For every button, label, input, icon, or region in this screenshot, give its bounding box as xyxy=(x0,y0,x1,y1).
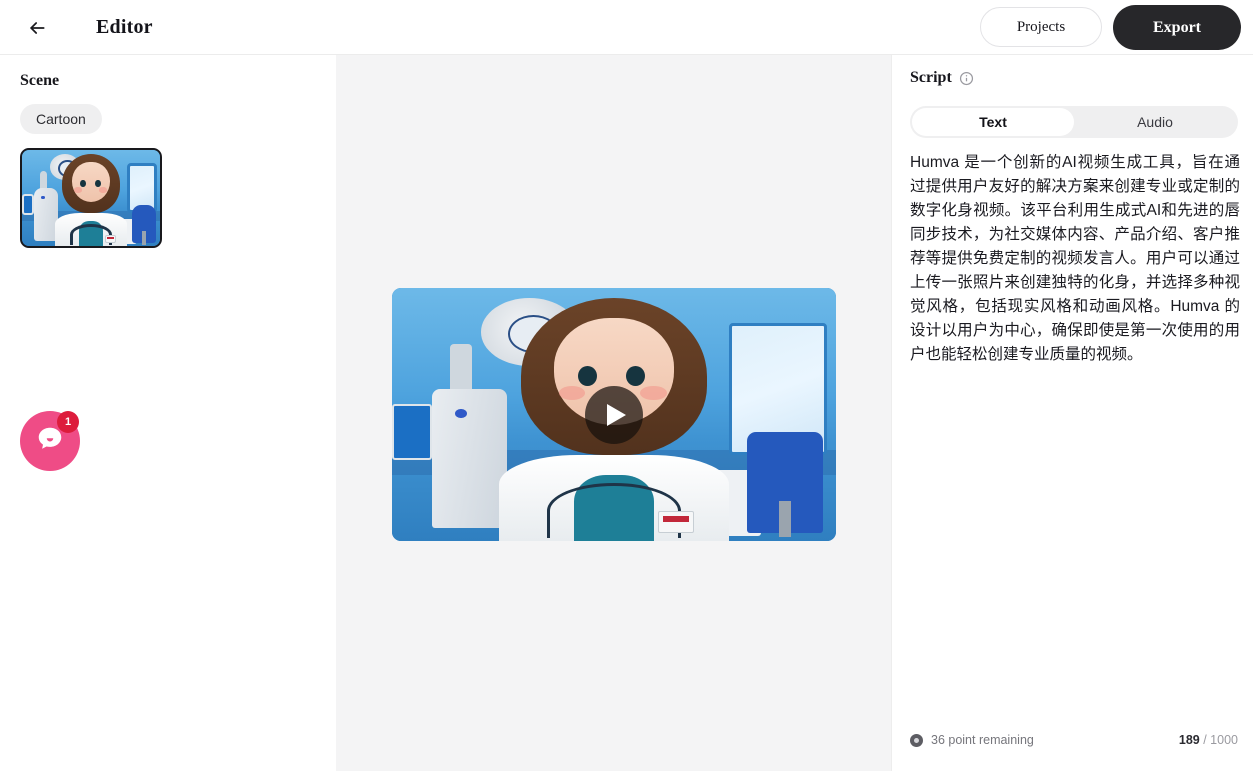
play-icon xyxy=(607,403,626,426)
script-panel-footer: 36 point remaining 189 / 1000 xyxy=(892,733,1253,753)
point-remaining-label: 36 point remaining xyxy=(931,733,1034,747)
character-counter: 189 / 1000 xyxy=(1179,733,1238,747)
tab-text[interactable]: Text xyxy=(912,108,1074,136)
scene-style-tag[interactable]: Cartoon xyxy=(20,104,102,134)
script-mode-tabs: Text Audio xyxy=(910,106,1238,138)
scene-section-title: Scene xyxy=(20,72,60,89)
arrow-left-icon xyxy=(27,18,47,38)
app-header: Editor Projects Export xyxy=(0,0,1253,55)
export-button[interactable]: Export xyxy=(1113,5,1241,50)
point-balance: 36 point remaining xyxy=(910,733,1034,747)
scene-thumbnail[interactable] xyxy=(20,148,162,248)
script-textarea[interactable]: Humva 是一个创新的AI视频生成工具，旨在通过提供用户友好的解决方案来创建专… xyxy=(910,151,1240,367)
projects-button[interactable]: Projects xyxy=(980,7,1102,47)
scene-sidebar: Scene Cartoon 1 xyxy=(0,55,336,771)
script-panel: Script Text Audio Humva 是一个创新的AI视频生成工具，旨… xyxy=(891,55,1253,771)
video-preview[interactable] xyxy=(392,288,836,541)
scene-thumbnail-image xyxy=(22,150,160,246)
play-button[interactable] xyxy=(585,385,643,444)
back-button[interactable] xyxy=(22,13,52,43)
character-count-limit: / 1000 xyxy=(1203,733,1238,747)
coin-icon xyxy=(910,733,923,747)
editor-app: Editor Projects Export Scene Cartoon 1 S… xyxy=(0,0,1253,771)
script-panel-header: Script xyxy=(910,69,974,87)
character-count-used: 189 xyxy=(1178,733,1200,747)
chat-unread-badge[interactable]: 1 xyxy=(57,411,79,433)
editor-canvas xyxy=(336,55,891,771)
page-title: Editor xyxy=(96,16,153,38)
info-circle-icon[interactable] xyxy=(959,71,974,86)
script-panel-title: Script xyxy=(910,69,952,86)
tab-audio[interactable]: Audio xyxy=(1074,108,1236,136)
